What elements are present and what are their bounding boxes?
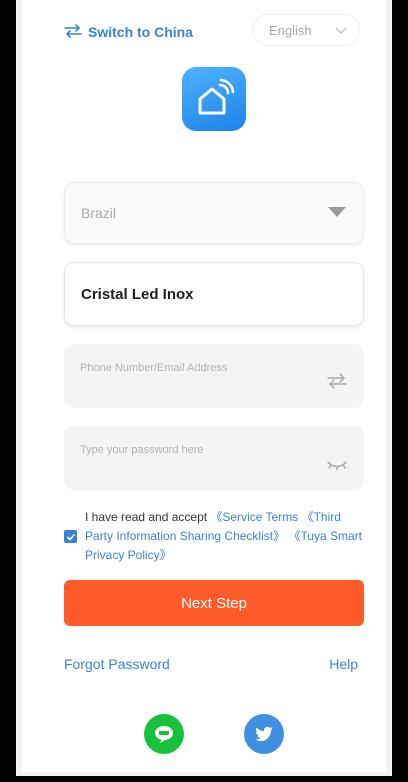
- next-step-button[interactable]: Next Step: [64, 580, 364, 626]
- password-input[interactable]: Type your password here: [64, 426, 364, 490]
- agreement-row: I have read and accept 《Service Terms 《T…: [64, 508, 366, 565]
- help-link[interactable]: Help: [329, 656, 358, 672]
- language-label: English: [269, 22, 312, 38]
- twitter-login-button[interactable]: [244, 714, 284, 754]
- language-selector[interactable]: English: [252, 14, 360, 46]
- twitter-icon: [255, 726, 273, 742]
- app-logo: [182, 67, 246, 131]
- agreement-text: I have read and accept 《Service Terms 《T…: [85, 508, 366, 565]
- swap-arrows-icon: [64, 23, 82, 41]
- switch-to-china-label: Switch to China: [88, 24, 193, 40]
- agreement-prefix: I have read and accept: [85, 510, 211, 524]
- eye-closed-icon[interactable]: [326, 444, 348, 473]
- service-terms-link[interactable]: 《Service Terms: [210, 510, 298, 524]
- switch-to-china-link[interactable]: Switch to China: [64, 22, 193, 42]
- name-field[interactable]: Cristal Led Inox: [64, 262, 364, 326]
- agreement-checkbox[interactable]: [64, 530, 77, 543]
- country-selector[interactable]: Brazil: [64, 182, 364, 244]
- dropdown-triangle-icon: [327, 205, 347, 221]
- chevron-down-icon: [335, 23, 347, 38]
- line-icon: [155, 726, 173, 743]
- country-value: Brazil: [81, 205, 117, 221]
- password-placeholder: Type your password here: [80, 444, 204, 456]
- phone-email-placeholder: Phone Number/Email Address: [80, 362, 228, 374]
- phone-email-input[interactable]: Phone Number/Email Address: [64, 344, 364, 408]
- phone-frame: Switch to China English Brazil Cristal L…: [16, 0, 392, 776]
- forgot-password-link[interactable]: Forgot Password: [64, 656, 170, 672]
- name-value: Cristal Led Inox: [81, 285, 194, 303]
- login-screen: Switch to China English Brazil Cristal L…: [22, 0, 386, 772]
- home-wifi-icon: [198, 78, 235, 115]
- checkmark-icon: [66, 533, 75, 541]
- swap-input-icon[interactable]: [326, 362, 348, 393]
- line-login-button[interactable]: [144, 714, 184, 754]
